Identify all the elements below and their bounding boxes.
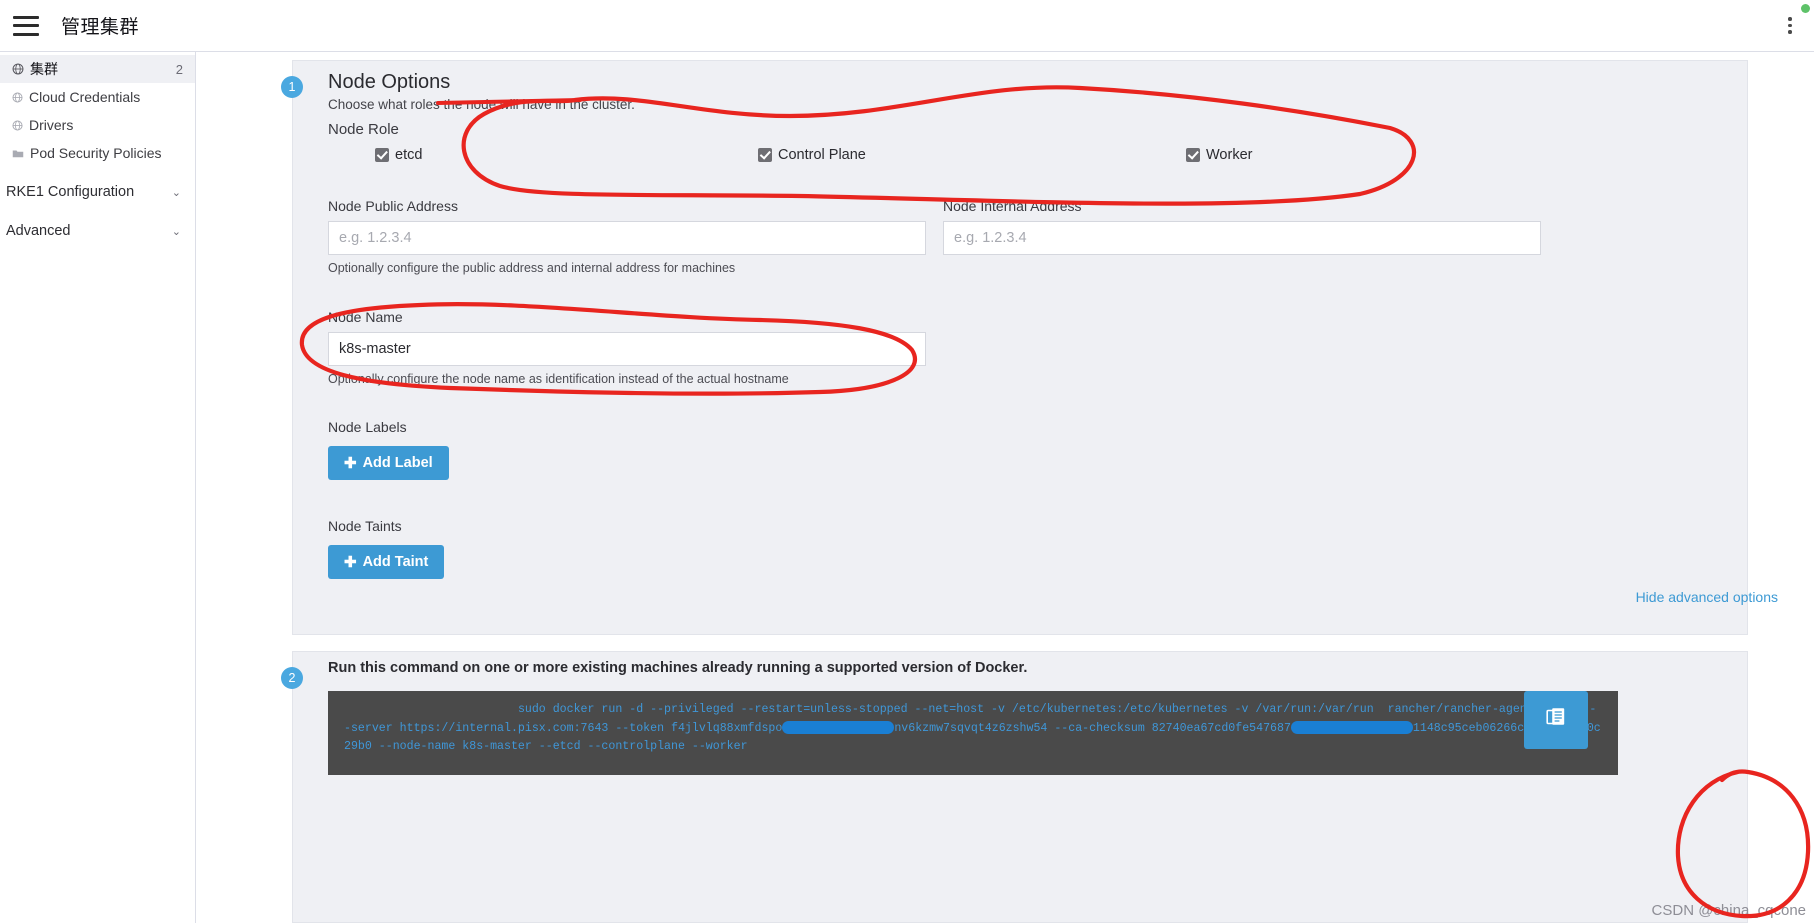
sidebar-group-label: Advanced (6, 223, 71, 239)
node-name-group: Node Name Optionally configure the node … (328, 309, 926, 386)
watermark: CSDN @china_cqcone (1651, 902, 1806, 919)
node-name-label: Node Name (328, 309, 403, 325)
add-taint-button-text: Add Taint (362, 554, 429, 570)
node-role-label: Node Role (328, 121, 399, 138)
sidebar-item-count: 2 (175, 61, 183, 77)
checkbox-box (1186, 148, 1200, 162)
redaction-block (1290, 720, 1413, 734)
clipboard-copy-icon (1546, 707, 1566, 734)
checkbox-label: Control Plane (778, 147, 866, 163)
node-name-hint: Optionally configure the node name as id… (328, 372, 789, 386)
copy-command-button[interactable] (1524, 691, 1588, 749)
kebab-menu-icon[interactable] (1780, 15, 1800, 37)
sidebar-divider (0, 167, 195, 178)
globe-icon (12, 119, 23, 131)
sidebar-item-label: Pod Security Policies (30, 145, 162, 161)
add-taint-button[interactable]: ✚ Add Taint (328, 545, 445, 579)
sidebar: 集群 2 Cloud Credentials Drivers Pod Secur… (0, 52, 196, 923)
sidebar-group-advanced[interactable]: Advanced ⌄ (0, 217, 195, 245)
sidebar-item-drivers[interactable]: Drivers (0, 111, 195, 139)
checkbox-etcd[interactable]: etcd (375, 147, 422, 163)
status-dot (1801, 4, 1810, 13)
node-public-address-label: Node Public Address (328, 198, 458, 214)
sidebar-group-rke1-configuration[interactable]: RKE1 Configuration ⌄ (0, 178, 195, 206)
sidebar-item-clusters[interactable]: 集群 2 (0, 55, 195, 83)
checkbox-box (758, 148, 772, 162)
plus-icon: ✚ (344, 454, 357, 472)
step-badge-1: 1 (281, 76, 303, 98)
node-public-address-input[interactable] (328, 221, 926, 255)
node-taints-group: Node Taints ✚ Add Taint (328, 518, 445, 579)
node-internal-address-label: Node Internal Address (943, 198, 1082, 214)
step-badge-2: 2 (281, 667, 303, 689)
page-subtitle: Choose what roles the node will have in … (328, 97, 635, 112)
globe-icon (12, 91, 23, 103)
checkbox-worker[interactable]: Worker (1186, 147, 1252, 163)
node-labels-group: Node Labels ✚ Add Label (328, 419, 449, 480)
app-title: 管理集群 (61, 17, 140, 38)
checkbox-control-plane[interactable]: Control Plane (758, 147, 866, 163)
folder-icon (12, 148, 24, 159)
checkbox-label: Worker (1206, 147, 1253, 163)
command-description: Run this command on one or more existing… (328, 660, 1028, 676)
sidebar-item-label: Drivers (29, 117, 74, 133)
add-label-button-text: Add Label (362, 455, 433, 471)
node-internal-address-group: Node Internal Address (943, 198, 1541, 255)
hide-advanced-options-link[interactable]: Hide advanced options (1636, 589, 1778, 605)
add-label-button[interactable]: ✚ Add Label (328, 446, 449, 480)
checkbox-label: etcd (395, 147, 423, 163)
top-bar-actions (1780, 15, 1814, 37)
sidebar-divider (0, 206, 195, 217)
node-internal-address-input[interactable] (943, 221, 1541, 255)
top-bar: 管理集群 (0, 0, 1814, 52)
page-title: Node Options (328, 71, 451, 93)
command-segment-2: nv6kzmw7sqvqt4z6zshw54 --ca-checksum 827… (894, 721, 1291, 735)
sidebar-group-label: RKE1 Configuration (6, 184, 135, 200)
docker-command-text[interactable]: sudo docker run -d --privileged --restar… (328, 691, 1618, 775)
hamburger-icon[interactable] (13, 15, 39, 36)
main-content: 1 Node Options Choose what roles the nod… (197, 52, 1814, 923)
node-name-input[interactable] (328, 332, 926, 366)
node-public-address-group: Node Public Address Optionally configure… (328, 198, 926, 275)
sidebar-item-cloud-credentials[interactable]: Cloud Credentials (0, 83, 195, 111)
globe-icon (12, 63, 24, 75)
plus-icon: ✚ (344, 553, 357, 571)
node-role-checkbox-group: etcd Control Plane Worker (328, 147, 1618, 171)
node-public-address-hint: Optionally configure the public address … (328, 261, 736, 275)
node-labels-label: Node Labels (328, 419, 407, 435)
chevron-down-icon: ⌄ (171, 225, 181, 238)
sidebar-item-label: 集群 (30, 61, 58, 77)
node-taints-label: Node Taints (328, 518, 402, 534)
sidebar-item-label: Cloud Credentials (29, 89, 141, 105)
sidebar-item-pod-security-policies[interactable]: Pod Security Policies (0, 139, 195, 167)
chevron-down-icon: ⌄ (171, 186, 181, 199)
redaction-block (782, 720, 895, 734)
checkbox-box (375, 148, 389, 162)
